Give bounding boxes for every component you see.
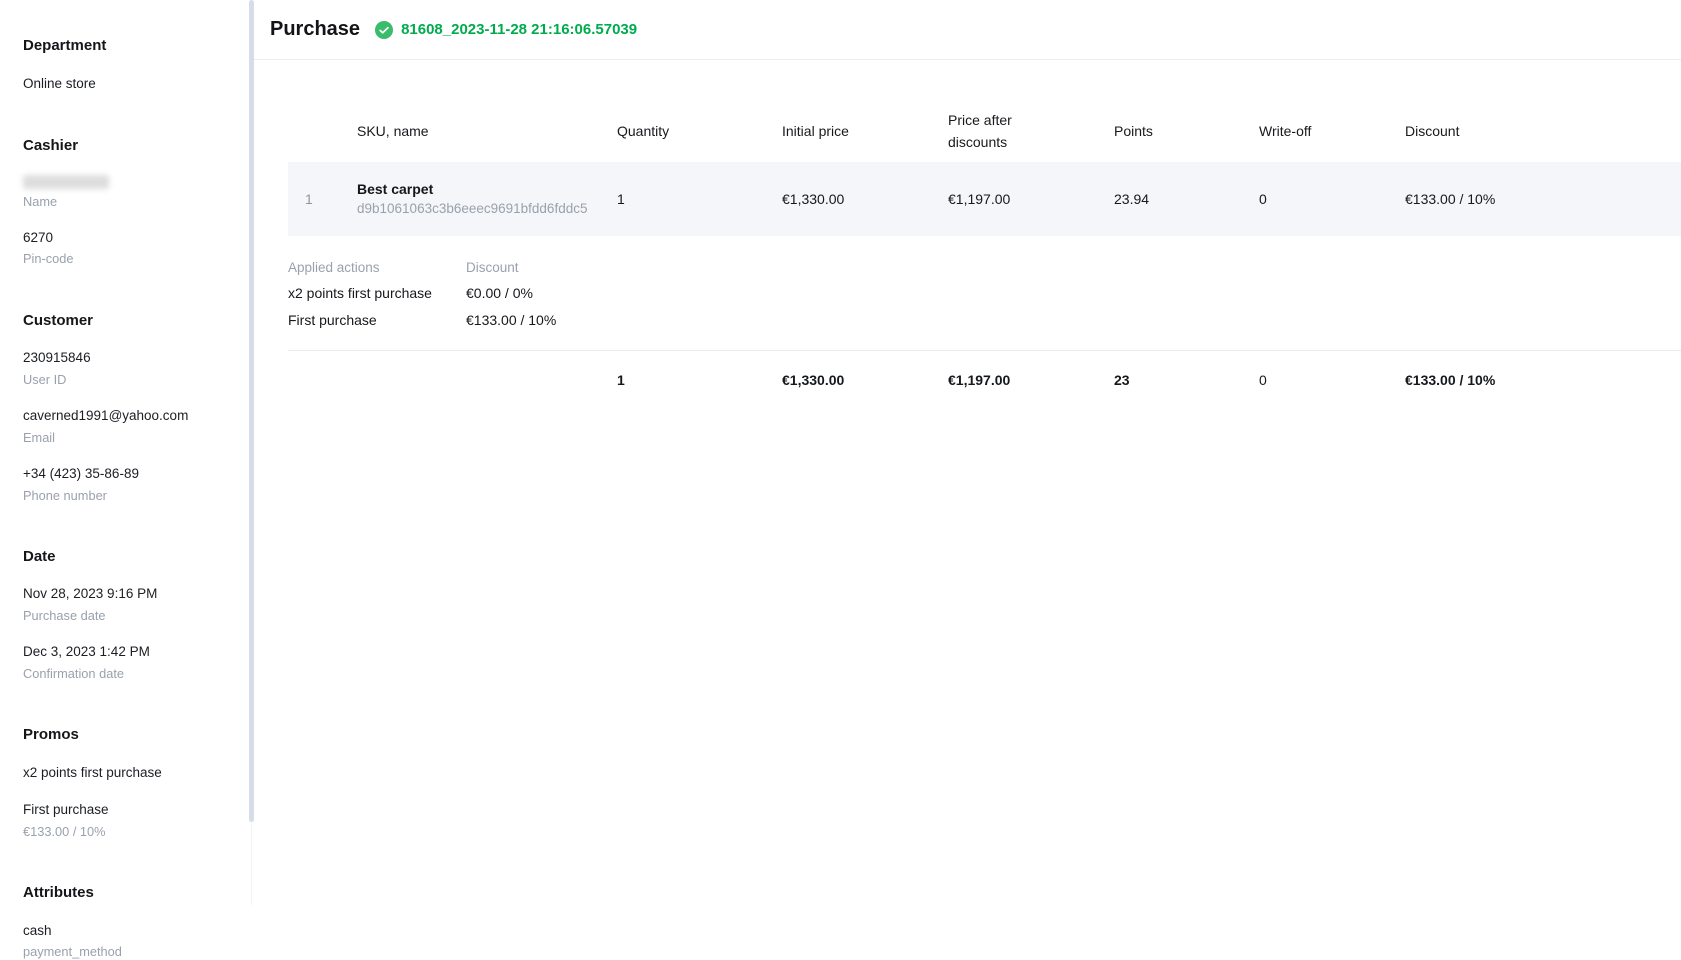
attributes-heading: Attributes — [23, 885, 240, 902]
promo-1-value: x2 points first purchase — [23, 764, 240, 782]
cashier-name-item: Name — [23, 175, 240, 209]
promos-heading: Promos — [23, 727, 240, 744]
row-write-off: 0 — [1259, 191, 1405, 207]
row-sku-name-cell: Best carpet d9b1061063c3b6eeec9691bfdd6f… — [357, 181, 617, 218]
row-quantity: 1 — [617, 191, 782, 207]
payment-method-label: payment_method — [23, 944, 240, 959]
col-header-initial-price: Initial price — [782, 123, 948, 139]
customer-email-value: caverned1991@yahoo.com — [23, 407, 240, 425]
applied-action-2: First purchase — [288, 311, 466, 329]
totals-price-after-discounts: €1,197.00 — [948, 372, 1114, 388]
totals-points: 23 — [1114, 372, 1259, 388]
department-item: Online store — [23, 75, 240, 93]
purchase-main: Purchase 81608_2023-11-28 21:16:06.57039… — [254, 0, 1681, 905]
customer-email-item: caverned1991@yahoo.com Email — [23, 407, 240, 445]
col-header-write-off: Write-off — [1259, 123, 1405, 139]
applied-actions-header: Applied actions — [288, 260, 466, 275]
cashier-pin-item: 6270 Pin-code — [23, 229, 240, 267]
customer-section: Customer 230915846 User ID caverned1991@… — [23, 313, 240, 503]
promo-2-value: First purchase — [23, 801, 240, 819]
details-sidebar: Department Online store Cashier Name 627… — [0, 0, 254, 905]
totals-initial-price: €1,330.00 — [782, 372, 948, 388]
totals-write-off: 0 — [1259, 372, 1405, 388]
table-row[interactable]: 1 Best carpet d9b1061063c3b6eeec9691bfdd… — [288, 162, 1681, 236]
department-heading: Department — [23, 38, 240, 55]
cashier-name-label: Name — [23, 194, 240, 209]
col-header-discount: Discount — [1405, 123, 1681, 139]
customer-userid-value: 230915846 — [23, 349, 240, 367]
row-initial-price: €1,330.00 — [782, 191, 948, 207]
totals-row: 1 €1,330.00 €1,197.00 23 0 €133.00 / 10% — [288, 351, 1681, 409]
cashier-pin-value: 6270 — [23, 229, 240, 247]
customer-userid-item: 230915846 User ID — [23, 349, 240, 387]
cashier-heading: Cashier — [23, 138, 240, 155]
cashier-section: Cashier Name 6270 Pin-code — [23, 138, 240, 267]
totals-discount: €133.00 / 10% — [1405, 372, 1681, 388]
applied-discount-1: €0.00 / 0% — [466, 284, 1681, 302]
col-header-price-after-discounts: Price after discounts — [948, 109, 1114, 154]
row-points: 23.94 — [1114, 191, 1259, 207]
attributes-section: Attributes cash payment_method — [23, 885, 240, 959]
date-heading: Date — [23, 549, 240, 566]
purchase-date-item: Nov 28, 2023 9:16 PM Purchase date — [23, 585, 240, 623]
title-bar: Purchase 81608_2023-11-28 21:16:06.57039 — [254, 0, 1681, 60]
item-name: Best carpet — [357, 181, 617, 198]
row-discount: €133.00 / 10% — [1405, 191, 1681, 207]
col-header-quantity: Quantity — [617, 123, 782, 139]
confirmation-date-label: Confirmation date — [23, 666, 240, 681]
customer-email-label: Email — [23, 430, 240, 445]
applied-discount-header: Discount — [466, 260, 1681, 275]
customer-heading: Customer — [23, 313, 240, 330]
item-sku: d9b1061063c3b6eeec9691bfdd6fddc5 — [357, 201, 617, 217]
col-header-sku-name: SKU, name — [357, 123, 617, 139]
customer-phone-label: Phone number — [23, 488, 240, 503]
purchase-id-link[interactable]: 81608_2023-11-28 21:16:06.57039 — [401, 21, 637, 38]
promo-2-detail: €133.00 / 10% — [23, 824, 240, 839]
totals-quantity: 1 — [617, 372, 782, 388]
applied-action-1: x2 points first purchase — [288, 284, 466, 302]
cashier-pin-label: Pin-code — [23, 251, 240, 266]
promo-item-1: x2 points first purchase — [23, 764, 240, 782]
customer-phone-value: +34 (423) 35-86-89 — [23, 465, 240, 483]
purchase-items-table: SKU, name Quantity Initial price Price a… — [288, 100, 1681, 409]
confirmation-date-value: Dec 3, 2023 1:42 PM — [23, 643, 240, 661]
applied-actions-block: Applied actions Discount x2 points first… — [288, 260, 1681, 329]
purchase-date-value: Nov 28, 2023 9:16 PM — [23, 585, 240, 603]
page-title: Purchase — [270, 18, 360, 41]
customer-phone-item: +34 (423) 35-86-89 Phone number — [23, 465, 240, 503]
table-header-row: SKU, name Quantity Initial price Price a… — [288, 100, 1681, 162]
check-circle-icon — [375, 21, 393, 39]
col-header-points: Points — [1114, 123, 1259, 139]
payment-method-value: cash — [23, 922, 240, 940]
promo-item-2: First purchase €133.00 / 10% — [23, 801, 240, 839]
confirmation-date-item: Dec 3, 2023 1:42 PM Confirmation date — [23, 643, 240, 681]
cashier-name-redacted — [23, 175, 109, 189]
customer-userid-label: User ID — [23, 372, 240, 387]
purchase-date-label: Purchase date — [23, 608, 240, 623]
payment-method-item: cash payment_method — [23, 922, 240, 960]
date-section: Date Nov 28, 2023 9:16 PM Purchase date … — [23, 549, 240, 681]
applied-discount-2: €133.00 / 10% — [466, 311, 1681, 329]
department-section: Department Online store — [23, 38, 240, 92]
sidebar-scrollbar-thumb[interactable] — [249, 0, 254, 822]
promos-section: Promos x2 points first purchase First pu… — [23, 727, 240, 839]
department-value: Online store — [23, 75, 240, 93]
row-index: 1 — [288, 191, 357, 207]
row-price-after-discounts: €1,197.00 — [948, 191, 1114, 207]
